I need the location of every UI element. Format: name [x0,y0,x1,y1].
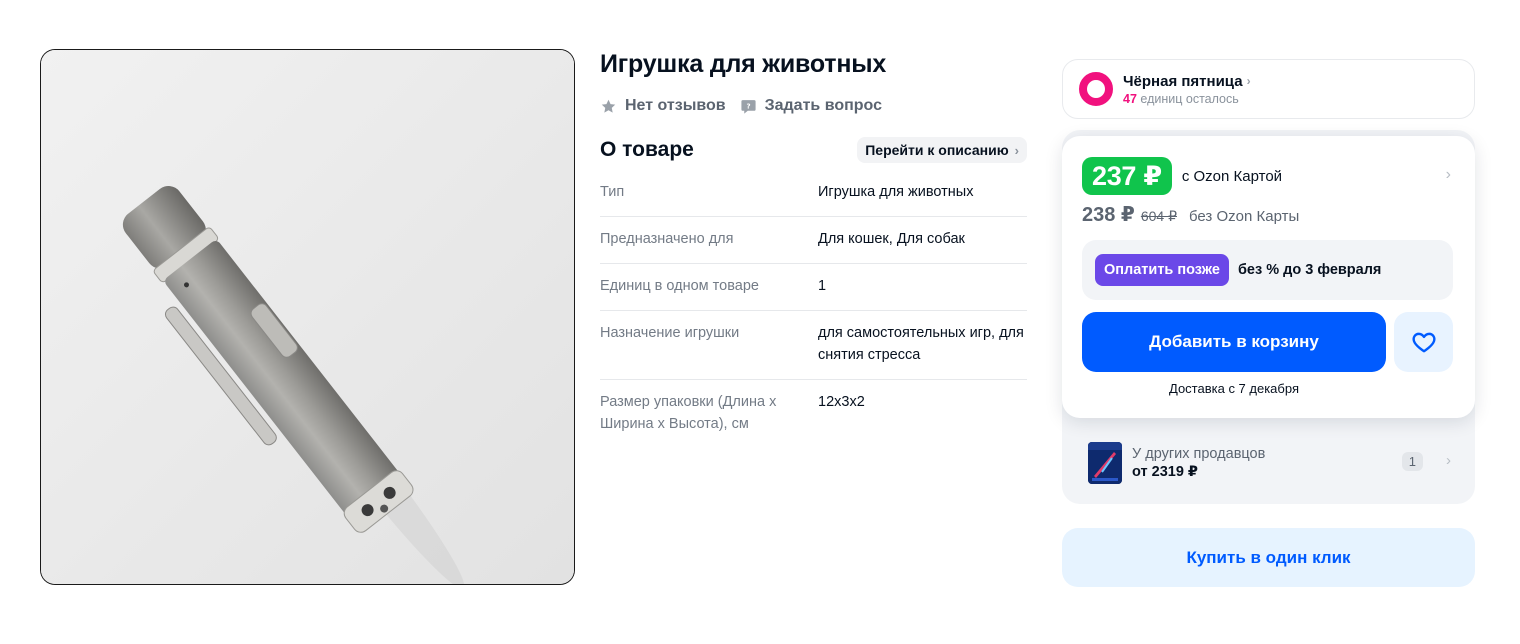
promo-banner[interactable]: Чёрная пятница › 47 единиц осталось [1062,59,1475,119]
ask-question-link[interactable]: ? Задать вопрос [740,97,882,115]
buy-card: 237 ₽ с Ozon Картой › 238 ₽ 604 ₽ без Oz… [1062,136,1475,418]
product-meta: Нет отзывов ? Задать вопрос [600,97,882,115]
reviews-link[interactable]: Нет отзывов [600,97,726,115]
chevron-right-icon[interactable]: › [1446,166,1451,184]
promo-remaining-count: 47 [1123,91,1137,106]
buy-one-click-button[interactable]: Купить в один клик [1062,528,1475,587]
favorite-button[interactable] [1394,312,1453,372]
other-sellers-title: У других продавцов [1132,446,1266,462]
product-title: Игрушка для животных [600,50,887,78]
svg-text:?: ? [746,101,750,110]
seller-product-thumbnail [1088,442,1122,484]
question-bubble-icon: ? [741,99,756,114]
card-price: 237 ₽ [1082,157,1172,195]
card-price-row[interactable]: 237 ₽ с Ozon Картой [1082,157,1282,195]
pay-later-text: без % до 3 февраля [1237,262,1382,278]
product-image[interactable] [41,50,574,584]
about-title: О товаре [600,138,694,161]
regular-price-row: 238 ₽ 604 ₽ без Ozon Карты [1082,202,1299,227]
spec-value: для самостоятельных игр, для снятия стре… [818,325,1024,363]
chevron-right-icon: › [1014,142,1019,158]
spec-value: 1 [818,278,827,294]
seller-thumbnail-image [1088,442,1122,484]
ask-question-label: Задать вопрос [764,97,882,114]
spec-row: Единиц в одном товаре 1 [600,264,1027,311]
spec-value: Игрушка для животных [818,184,974,200]
spec-row: Тип Игрушка для животных [600,170,1027,217]
delivery-info: Доставка с 7 декабря [1169,381,1299,396]
old-price: 604 ₽ [1140,208,1177,224]
other-sellers-row[interactable]: У других продавцов от 2319 ₽ 1 › [1062,430,1475,496]
spec-value: Для кошек, Для собак [818,231,965,247]
spec-key: Назначение игрушки [600,325,740,341]
goto-description-button[interactable]: Перейти к описанию › [857,137,1027,163]
promo-ring-icon [1079,72,1113,106]
other-sellers-price: от 2319 ₽ [1132,464,1199,480]
about-header: О товаре Перейти к описанию › [600,137,1027,163]
pay-later-badge: Оплатить позже [1095,254,1229,286]
laser-pointer-illustration [41,50,574,584]
chevron-right-icon: › [1446,452,1451,469]
promo-remaining-text: единиц осталось [1140,91,1239,106]
pay-later-block[interactable]: Оплатить позже без % до 3 февраля [1082,240,1453,300]
spec-key: Предназначено для [600,231,734,247]
spec-key: Размер упаковки (Длина х Ширина х Высота… [600,394,777,432]
spec-value: 12х3х2 [818,394,865,410]
promo-title: Чёрная пятница › [1123,73,1251,90]
promo-remaining: 47 единиц осталось [1123,92,1251,106]
spec-row: Назначение игрушки для самостоятельных иг… [600,311,1027,380]
heart-icon [1412,332,1435,353]
regular-price: 238 ₽ [1082,204,1135,226]
spec-key: Единиц в одном товаре [600,278,759,294]
chevron-right-icon: › [1246,74,1251,88]
spec-key: Тип [600,184,625,200]
spec-row: Предназначено для Для кошек, Для собак [600,217,1027,264]
promo-name: Чёрная пятница [1123,72,1243,90]
reviews-label: Нет отзывов [625,97,726,114]
spec-row: Размер упаковки (Длина х Ширина х Высота… [600,380,1027,448]
card-price-note: с Ozon Картой [1181,167,1283,185]
goto-description-label: Перейти к описанию [865,142,1009,158]
add-to-cart-button[interactable]: Добавить в корзину [1082,312,1386,372]
specs-table: Тип Игрушка для животных Предназначено для… [600,170,1027,448]
other-sellers-count: 1 [1401,452,1423,471]
no-card-note: без Ozon Карты [1189,208,1300,225]
star-icon [601,99,616,113]
